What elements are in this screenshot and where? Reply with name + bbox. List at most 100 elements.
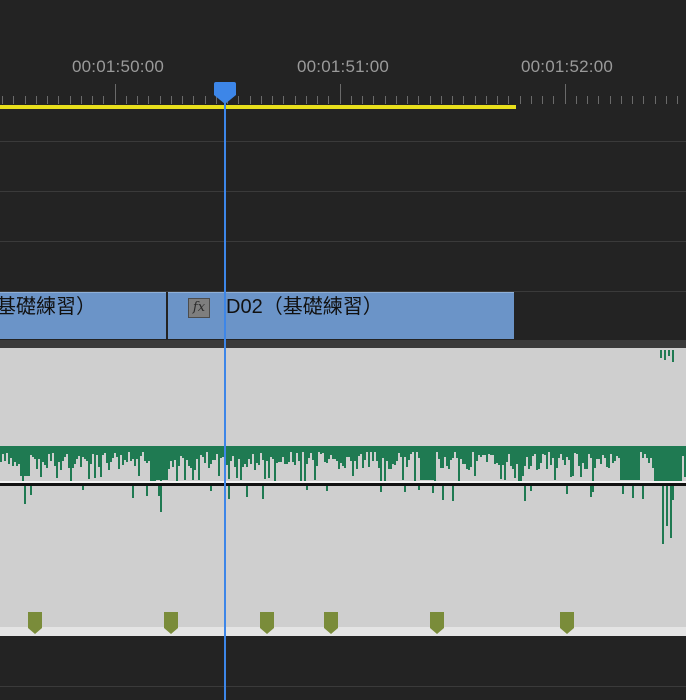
ruler-tick xyxy=(373,96,374,104)
waveform-sample xyxy=(642,486,644,499)
marker-icon[interactable] xyxy=(324,612,338,634)
ruler-tick xyxy=(328,96,329,104)
waveform-sample xyxy=(672,486,674,500)
waveform-sample xyxy=(592,486,594,492)
ruler-tick xyxy=(632,96,633,104)
waveform-sample xyxy=(418,486,420,490)
ruler-tick xyxy=(160,96,161,104)
ruler-tick xyxy=(103,96,104,104)
waveform-peak xyxy=(664,350,666,360)
ruler-tick xyxy=(283,96,284,104)
waveform-peak xyxy=(20,446,30,476)
marker-icon[interactable] xyxy=(430,612,444,634)
ruler-tick xyxy=(486,96,487,104)
marker-icon[interactable] xyxy=(260,612,274,634)
ruler-tick xyxy=(261,96,262,104)
clip-name: D02（基礎練習） xyxy=(226,296,383,318)
audio-track-header-strip xyxy=(0,340,686,348)
video-clip-d02[interactable]: D02（基礎練習） xyxy=(168,292,514,339)
marker-icon[interactable] xyxy=(28,612,42,634)
ruler-tick xyxy=(272,96,273,104)
timeline-panel[interactable]: 00:01:50:00 00:01:51:00 00:01:52:00 基礎練習… xyxy=(0,0,686,700)
ruler-tick xyxy=(396,96,397,104)
ruler-tick xyxy=(655,96,656,104)
marker-icon[interactable] xyxy=(560,612,574,634)
ruler-tick xyxy=(317,96,318,104)
waveform-sample xyxy=(442,486,444,500)
ruler-tick xyxy=(295,96,296,104)
ruler-tick xyxy=(610,96,611,104)
waveform-sample xyxy=(326,486,328,491)
ruler-tick xyxy=(70,96,71,104)
waveform-sample xyxy=(524,486,526,501)
audio-clip[interactable] xyxy=(0,348,686,636)
ruler-tick xyxy=(497,96,498,104)
waveform-sample xyxy=(228,486,230,499)
ruler-tick xyxy=(137,96,138,104)
waveform-sample xyxy=(306,486,308,490)
clip-name: 基礎練習） xyxy=(0,296,96,318)
waveform-peak xyxy=(152,446,168,480)
ruler-tick xyxy=(430,96,431,104)
video-track-2[interactable] xyxy=(0,191,686,241)
ruler-tick xyxy=(13,96,14,104)
waveform-sample xyxy=(622,486,624,494)
ruler-tick xyxy=(126,96,127,104)
ruler-timecode: 00:01:50:00 xyxy=(71,57,165,76)
ruler-tick xyxy=(193,96,194,104)
ruler-tick xyxy=(553,96,554,104)
ruler-tick xyxy=(340,84,341,104)
waveform-peak xyxy=(672,350,674,362)
ruler-tick xyxy=(182,96,183,104)
waveform-peak xyxy=(620,446,640,480)
video-track-3[interactable] xyxy=(0,141,686,191)
waveform-peak xyxy=(420,446,436,480)
marker-icon[interactable] xyxy=(164,612,178,634)
waveform-sample xyxy=(82,486,84,490)
ruler-tick xyxy=(250,96,251,104)
ruler-tick xyxy=(598,96,599,104)
waveform-sample xyxy=(530,486,532,491)
video-clip-left[interactable]: 基礎練習） xyxy=(0,292,166,339)
ruler-tick xyxy=(385,96,386,104)
waveform-sample xyxy=(210,486,212,491)
ruler-tick xyxy=(36,96,37,104)
time-ruler[interactable]: 00:01:50:00 00:01:51:00 00:01:52:00 xyxy=(0,0,686,110)
ruler-tick xyxy=(475,96,476,104)
video-track-1-gap[interactable] xyxy=(0,241,686,292)
waveform-sample xyxy=(146,486,148,496)
ruler-timecode: 00:01:52:00 xyxy=(520,57,614,76)
waveform-sample xyxy=(404,486,406,492)
fx-icon[interactable]: fx xyxy=(188,298,210,318)
ruler-tick xyxy=(115,84,116,104)
waveform-peak xyxy=(654,446,682,482)
playhead-icon[interactable] xyxy=(214,82,236,104)
ruler-tick xyxy=(171,96,172,104)
ruler-tick xyxy=(520,96,521,104)
ruler-tick xyxy=(25,96,26,104)
ruler-tick xyxy=(407,96,408,104)
track-divider xyxy=(0,686,686,687)
ruler-tick xyxy=(81,96,82,104)
waveform-peak xyxy=(24,486,26,504)
ruler-tick xyxy=(452,96,453,104)
waveform-sample xyxy=(246,486,248,497)
audio-clip-bottom-strip xyxy=(0,627,686,636)
ruler-tick xyxy=(508,96,509,104)
ruler-tick xyxy=(362,96,363,104)
waveform-sample xyxy=(632,486,634,498)
ruler-tick xyxy=(58,96,59,104)
ruler-tick xyxy=(306,96,307,104)
playhead-line[interactable] xyxy=(224,100,226,700)
ruler-timecode: 00:01:51:00 xyxy=(296,57,390,76)
work-area-bar[interactable] xyxy=(0,105,516,109)
ruler-tick xyxy=(418,96,419,104)
ruler-tick xyxy=(441,96,442,104)
waveform-peak xyxy=(660,350,662,358)
waveform-peak xyxy=(668,350,670,356)
audio-track-empty[interactable] xyxy=(0,636,686,700)
ruler-tick xyxy=(666,96,667,104)
ruler-tick xyxy=(587,96,588,104)
waveform-baseline xyxy=(0,483,686,486)
waveform-peak xyxy=(670,486,672,538)
